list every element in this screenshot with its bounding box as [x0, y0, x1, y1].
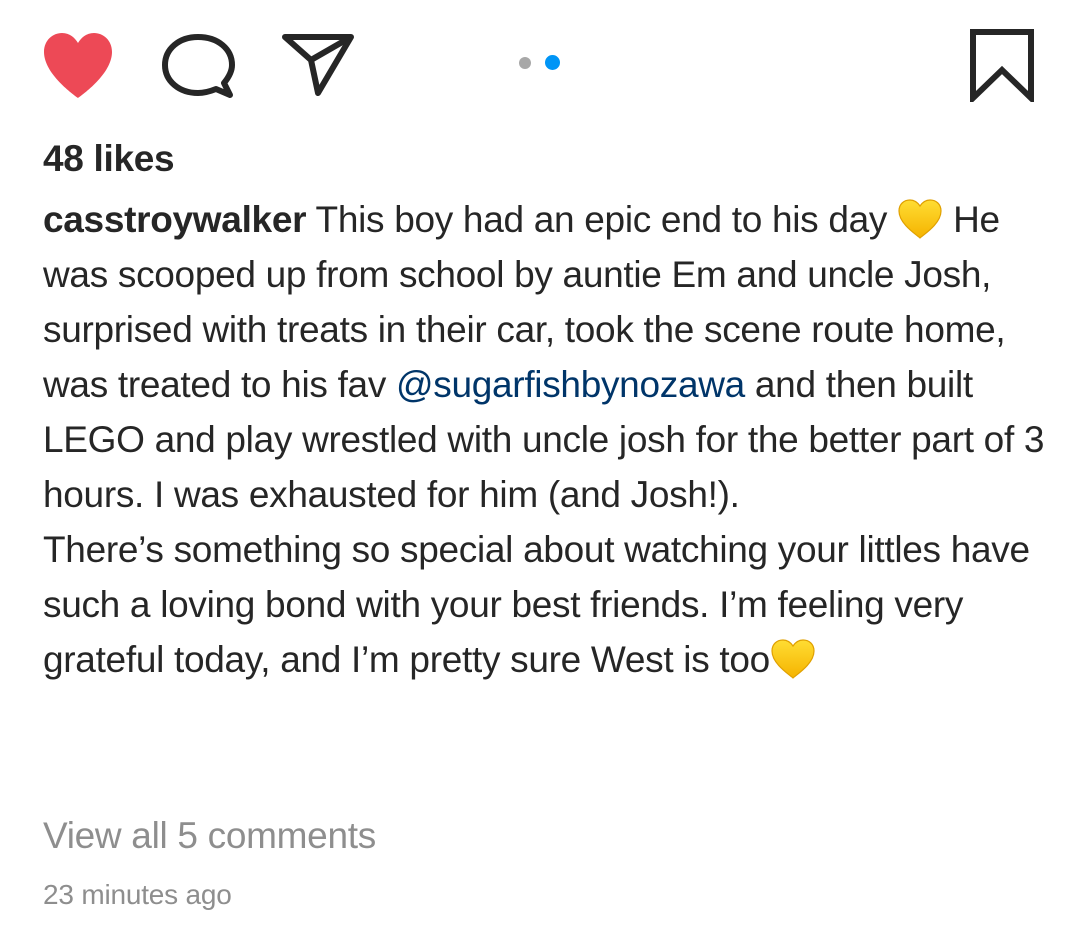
yellow-heart-icon [897, 198, 943, 240]
post-caption: casstroywalker This boy had an epic end … [43, 192, 1053, 687]
likes-count[interactable]: 48 likes [43, 138, 175, 180]
heart-filled-icon[interactable] [40, 30, 116, 102]
caption-paragraph-1: casstroywalker This boy had an epic end … [43, 192, 1053, 522]
post-timestamp: 23 minutes ago [43, 879, 232, 910]
view-all-comments-link[interactable]: View all 5 comments [43, 815, 376, 857]
post-action-bar [0, 0, 1080, 130]
paper-plane-icon[interactable] [280, 30, 356, 98]
carousel-dot-active [545, 55, 560, 70]
post-username[interactable]: casstroywalker [43, 199, 307, 240]
carousel-dot-inactive [519, 57, 531, 69]
yellow-heart-icon [770, 638, 816, 680]
comment-bubble-icon[interactable] [160, 31, 238, 101]
caption-text: This boy had an epic end to his day [306, 199, 898, 240]
carousel-indicator [517, 55, 567, 71]
bookmark-icon[interactable] [968, 28, 1036, 106]
mention-link[interactable]: @sugarfishbynozawa [396, 364, 745, 405]
caption-paragraph-2: There’s something so special about watch… [43, 522, 1053, 687]
caption-text: There’s something so special about watch… [43, 529, 1030, 680]
